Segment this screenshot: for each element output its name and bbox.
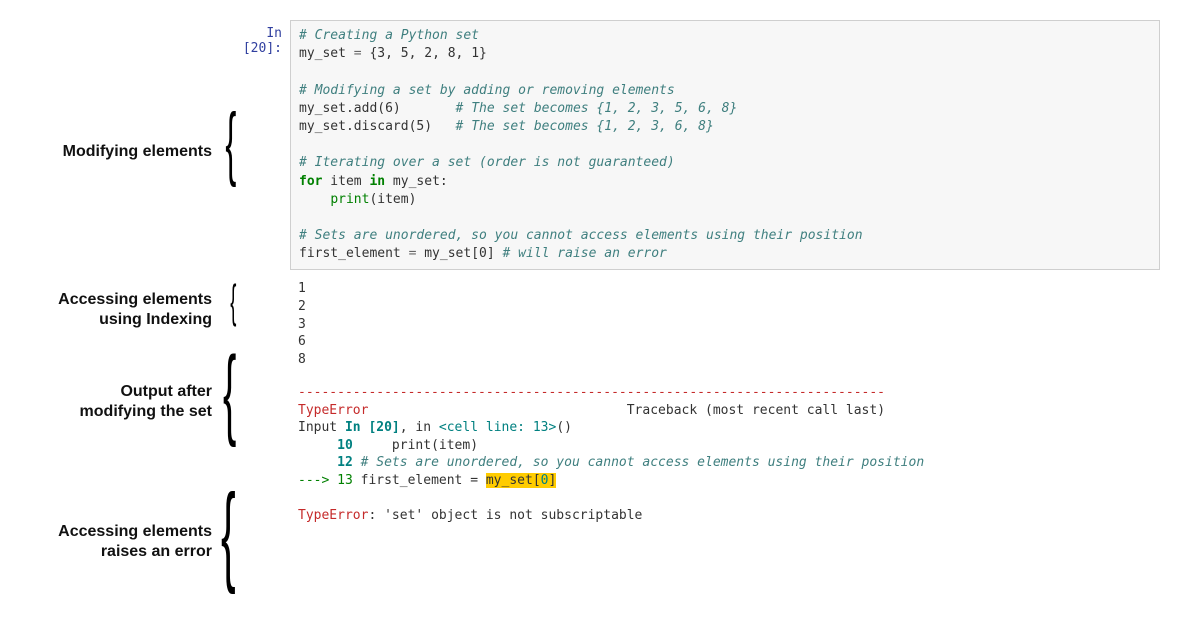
stdout-output: 1 2 3 6 8 <box>290 276 1160 374</box>
output-line: 8 <box>298 352 306 367</box>
code-line: my_set.add(6) # The set becomes {1, 2, 3… <box>299 101 737 116</box>
label-output: Output after modifying the set <box>80 382 212 422</box>
trace-line: 12 # Sets are unordered, so you cannot a… <box>298 455 924 470</box>
code-line: my_set = {3, 5, 2, 8, 1} <box>299 46 487 61</box>
code-line: for item in my_set: <box>299 174 448 189</box>
code-comment: # Sets are unordered, so you cannot acce… <box>299 228 863 243</box>
trace-line-active: ---> 13 first_element = my_set[0] <box>298 473 556 488</box>
code-line: print(item) <box>299 192 416 207</box>
label-text: modifying the set <box>80 403 212 420</box>
label-indexing: Accessing elements using Indexing <box>58 290 212 330</box>
code-comment: # Creating a Python set <box>299 28 479 43</box>
traceback-output: ----------------------------------------… <box>290 380 1160 530</box>
page-root: Modifying elements { Accessing elements … <box>0 0 1200 541</box>
prompt-column: In [20]: <box>230 20 290 531</box>
label-error: Accessing elements raises an error <box>58 522 212 562</box>
brace-icon: { <box>225 102 236 184</box>
brace-icon: { <box>230 278 236 324</box>
output-line: 3 <box>298 317 306 332</box>
error-divider: ----------------------------------------… <box>298 385 885 400</box>
label-text: Accessing elements <box>58 523 212 540</box>
label-text: Output after <box>120 383 212 400</box>
input-prompt: In [20]: <box>230 26 290 56</box>
output-line: 1 <box>298 281 306 296</box>
label-text: Accessing elements <box>58 291 212 308</box>
code-input-cell[interactable]: # Creating a Python set my_set = {3, 5, … <box>290 20 1160 270</box>
output-line: 2 <box>298 299 306 314</box>
output-line: 6 <box>298 334 306 349</box>
label-modifying: Modifying elements <box>63 142 212 162</box>
code-line: first_element = my_set[0] # will raise a… <box>299 246 667 261</box>
annotation-column: Modifying elements { Accessing elements … <box>0 20 230 531</box>
error-header: TypeError Traceback (most recent call la… <box>298 403 885 418</box>
code-comment: # Modifying a set by adding or removing … <box>299 83 675 98</box>
code-comment: # Iterating over a set (order is not gua… <box>299 155 675 170</box>
code-line: my_set.discard(5) # The set becomes {1, … <box>299 119 714 134</box>
brace-icon: { <box>223 342 236 442</box>
content-column: # Creating a Python set my_set = {3, 5, … <box>290 20 1160 531</box>
trace-line: 10 print(item) <box>298 438 478 453</box>
error-input-line: Input In [20], in <cell line: 13>() <box>298 420 572 435</box>
label-text: using Indexing <box>99 311 212 328</box>
label-text: raises an error <box>101 543 212 560</box>
error-final: TypeError: 'set' object is not subscript… <box>298 508 642 523</box>
brace-icon: { <box>221 479 236 589</box>
